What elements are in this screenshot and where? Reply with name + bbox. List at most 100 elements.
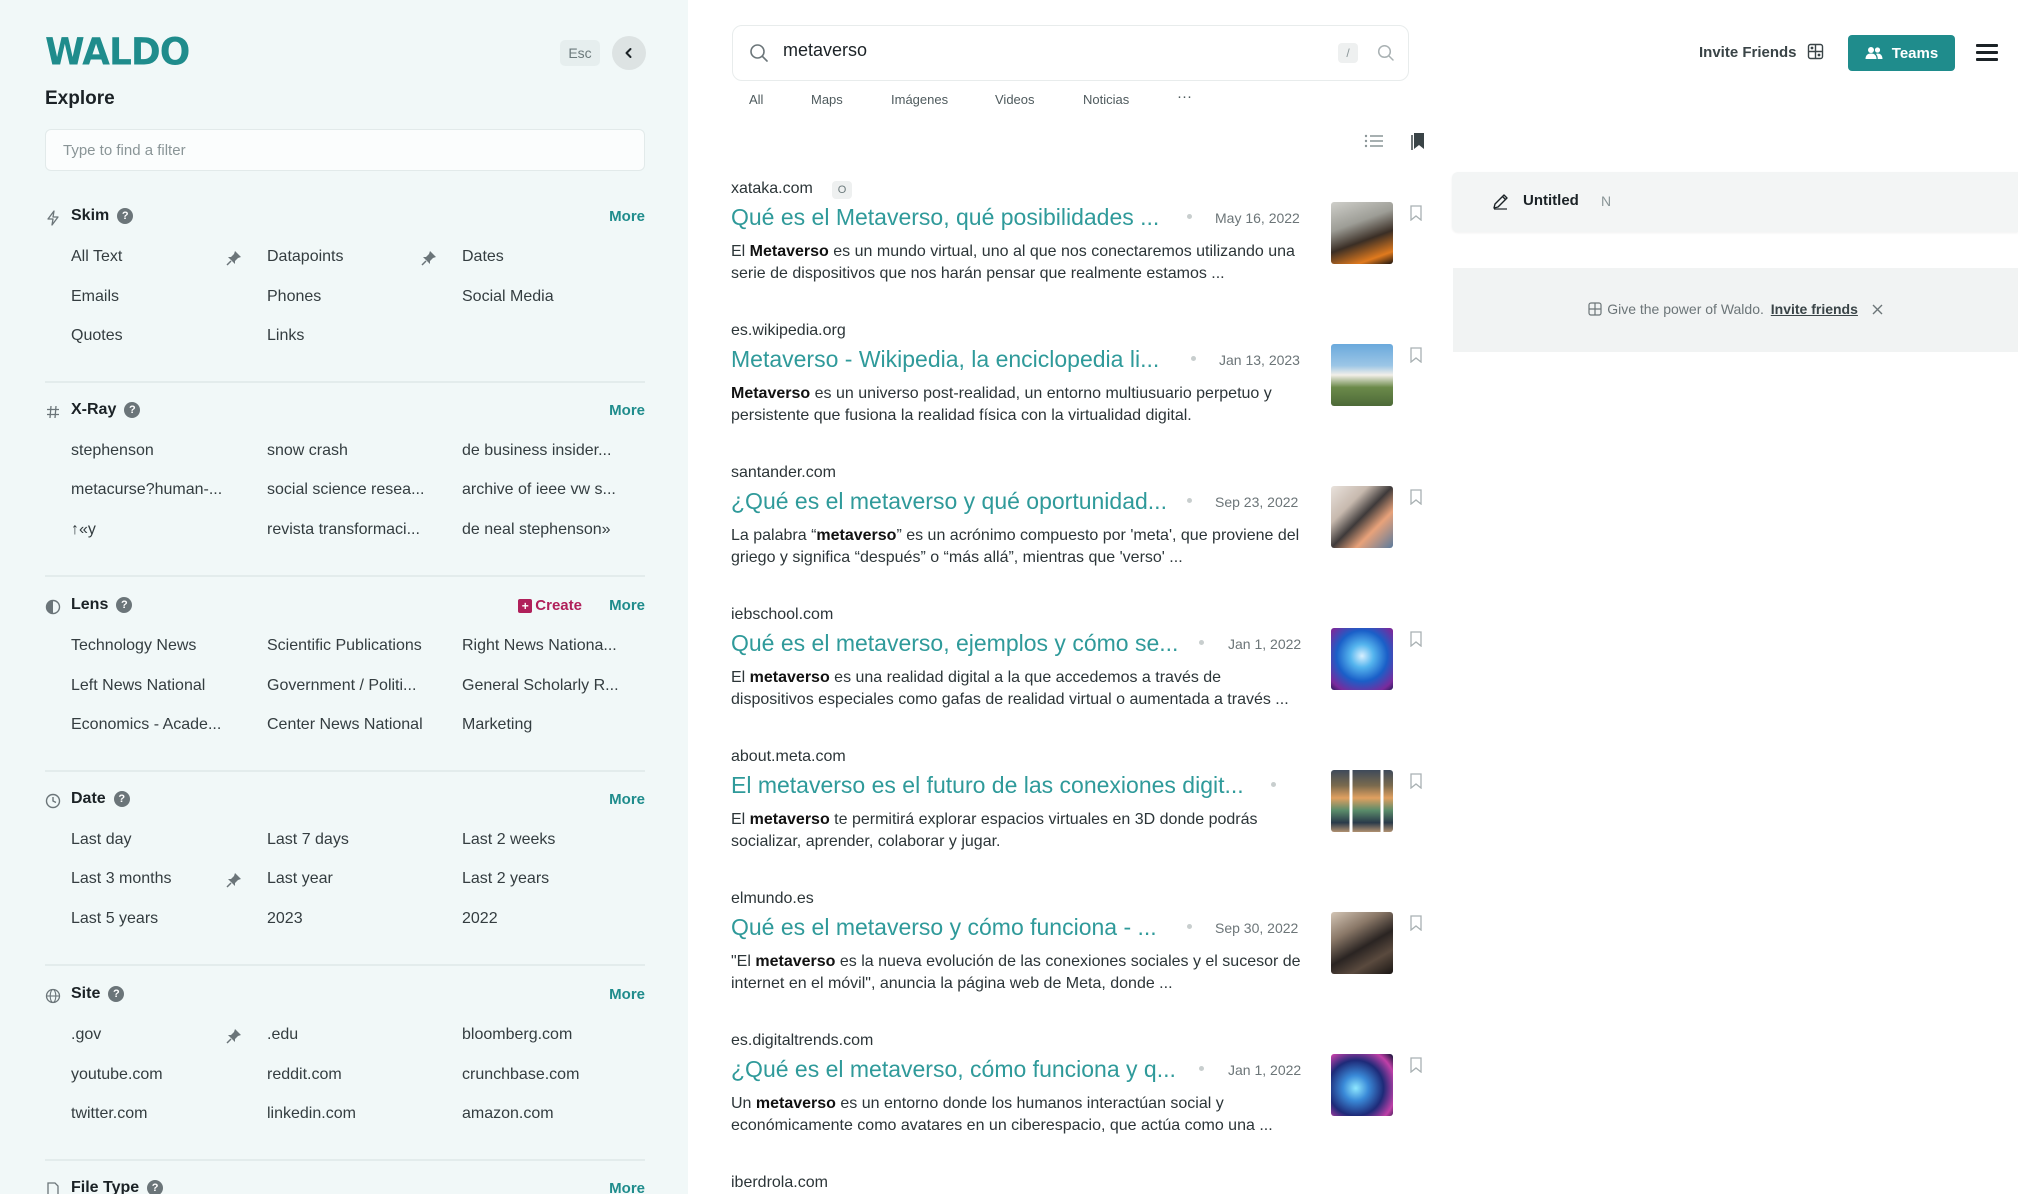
result-title[interactable]: Metaverso - Wikipedia, la enciclopedia l… <box>731 346 1159 373</box>
untitled-note-card[interactable]: Untitled N <box>1452 172 2018 232</box>
xray-item[interactable]: de neal stephenson» <box>462 521 611 539</box>
lens-more-link[interactable]: More <box>609 597 645 614</box>
help-icon[interactable]: ? <box>108 986 125 1002</box>
teams-button[interactable]: Teams <box>1848 35 1955 71</box>
date-item[interactable]: Last year <box>267 870 333 888</box>
result-title[interactable]: Qué es el metaverso, ejemplos y cómo se.… <box>731 630 1178 657</box>
bookmark-icon[interactable] <box>1410 1057 1422 1073</box>
date-item[interactable]: Last 2 years <box>462 870 549 888</box>
skim-links[interactable]: Links <box>267 327 304 345</box>
search-input[interactable] <box>783 40 1303 61</box>
result-thumbnail[interactable] <box>1331 912 1393 974</box>
date-item[interactable]: Last 7 days <box>267 831 349 849</box>
site-more-link[interactable]: More <box>609 986 645 1003</box>
skim-quotes[interactable]: Quotes <box>71 327 123 345</box>
result-domain[interactable]: es.digitaltrends.com <box>731 1032 873 1050</box>
skim-social-media[interactable]: Social Media <box>462 288 554 306</box>
result-title[interactable]: Qué es el Metaverso, qué posibilidades .… <box>731 204 1159 231</box>
lens-item[interactable]: Scientific Publications <box>267 637 422 655</box>
bookmarks-icon[interactable] <box>1410 131 1426 151</box>
close-icon[interactable] <box>1872 304 1883 315</box>
hamburger-menu-icon[interactable] <box>1976 44 1998 62</box>
filetype-more-link[interactable]: More <box>609 1180 645 1194</box>
result-domain[interactable]: iebschool.com <box>731 606 833 624</box>
xray-item[interactable]: archive of ieee vw s... <box>462 481 616 499</box>
help-icon[interactable]: ? <box>116 597 133 613</box>
result-thumbnail[interactable] <box>1331 628 1393 690</box>
result-thumbnail[interactable] <box>1331 344 1393 406</box>
bookmark-icon[interactable] <box>1410 915 1422 931</box>
bookmark-icon[interactable] <box>1410 631 1422 647</box>
result-domain[interactable]: about.meta.com <box>731 748 846 766</box>
xray-item[interactable]: de business insider... <box>462 442 611 460</box>
result-domain[interactable]: elmundo.es <box>731 890 814 908</box>
pencil-icon[interactable] <box>1492 193 1509 210</box>
xray-item[interactable]: social science resea... <box>267 481 424 499</box>
site-item[interactable]: .edu <box>267 1026 298 1044</box>
lens-item[interactable]: Left News National <box>71 677 205 695</box>
list-view-icon[interactable] <box>1364 133 1384 149</box>
create-lens-button[interactable]: + Create <box>518 597 582 614</box>
result-domain[interactable]: es.wikipedia.org <box>731 322 846 340</box>
pin-icon[interactable] <box>226 250 242 266</box>
lens-item[interactable]: Technology News <box>71 637 196 655</box>
result-title[interactable]: Qué es el metaverso y cómo funciona - ..… <box>731 914 1157 941</box>
filter-input[interactable] <box>45 129 645 171</box>
date-item[interactable]: 2022 <box>462 910 498 928</box>
xray-item[interactable]: metacurse?human-... <box>71 481 222 499</box>
xray-item[interactable]: snow crash <box>267 442 348 460</box>
result-thumbnail[interactable] <box>1331 202 1393 264</box>
site-item[interactable]: crunchbase.com <box>462 1066 579 1084</box>
site-item[interactable]: youtube.com <box>71 1066 163 1084</box>
bookmark-icon[interactable] <box>1410 773 1422 789</box>
result-thumbnail[interactable] <box>1331 486 1393 548</box>
site-item[interactable]: reddit.com <box>267 1066 342 1084</box>
tab-maps[interactable]: Maps <box>811 92 843 107</box>
date-item[interactable]: Last day <box>71 831 131 849</box>
lens-item[interactable]: Government / Politi... <box>267 677 416 695</box>
skim-all-text[interactable]: All Text <box>71 248 122 266</box>
pin-icon[interactable] <box>421 250 437 266</box>
tab-images[interactable]: Imágenes <box>891 92 948 107</box>
result-domain[interactable]: iberdrola.com <box>731 1174 828 1192</box>
date-item[interactable]: Last 3 months <box>71 870 172 888</box>
date-item[interactable]: Last 5 years <box>71 910 158 928</box>
waldo-logo[interactable]: WALDO <box>45 31 190 74</box>
result-title[interactable]: ¿Qué es el metaverso y qué oportunidad..… <box>731 488 1167 515</box>
result-thumbnail[interactable] <box>1331 1054 1393 1116</box>
pin-icon[interactable] <box>226 1028 242 1044</box>
site-item[interactable]: bloomberg.com <box>462 1026 572 1044</box>
site-item[interactable]: .gov <box>71 1026 101 1044</box>
help-icon[interactable]: ? <box>117 208 134 224</box>
lens-item[interactable]: General Scholarly R... <box>462 677 619 695</box>
date-item[interactable]: 2023 <box>267 910 303 928</box>
help-icon[interactable]: ? <box>147 1180 164 1194</box>
search-submit-icon[interactable] <box>1377 44 1395 62</box>
bookmark-icon[interactable] <box>1410 205 1422 221</box>
result-title[interactable]: El metaverso es el futuro de las conexio… <box>731 772 1244 799</box>
lens-item[interactable]: Center News National <box>267 716 423 734</box>
lens-item[interactable]: Economics - Acade... <box>71 716 221 734</box>
date-item[interactable]: Last 2 weeks <box>462 831 555 849</box>
skim-datapoints[interactable]: Datapoints <box>267 248 344 266</box>
xray-more-link[interactable]: More <box>609 402 645 419</box>
result-domain[interactable]: santander.com <box>731 464 836 482</box>
help-icon[interactable]: ? <box>113 791 130 807</box>
xray-item[interactable]: stephenson <box>71 442 154 460</box>
tab-news[interactable]: Noticias <box>1083 92 1129 107</box>
collapse-sidebar-button[interactable] <box>612 36 646 70</box>
lens-item[interactable]: Right News Nationa... <box>462 637 617 655</box>
result-domain[interactable]: xataka.com <box>731 180 813 198</box>
bookmark-icon[interactable] <box>1410 489 1422 505</box>
site-item[interactable]: linkedin.com <box>267 1105 356 1123</box>
skim-more-link[interactable]: More <box>609 208 645 225</box>
tab-more-dots[interactable]: ··· <box>1177 88 1192 105</box>
site-item[interactable]: twitter.com <box>71 1105 147 1123</box>
skim-dates[interactable]: Dates <box>462 248 504 266</box>
bookmark-icon[interactable] <box>1410 347 1422 363</box>
result-thumbnail[interactable] <box>1331 770 1393 832</box>
skim-phones[interactable]: Phones <box>267 288 321 306</box>
help-icon[interactable]: ? <box>124 402 141 418</box>
skim-emails[interactable]: Emails <box>71 288 119 306</box>
site-item[interactable]: amazon.com <box>462 1105 554 1123</box>
